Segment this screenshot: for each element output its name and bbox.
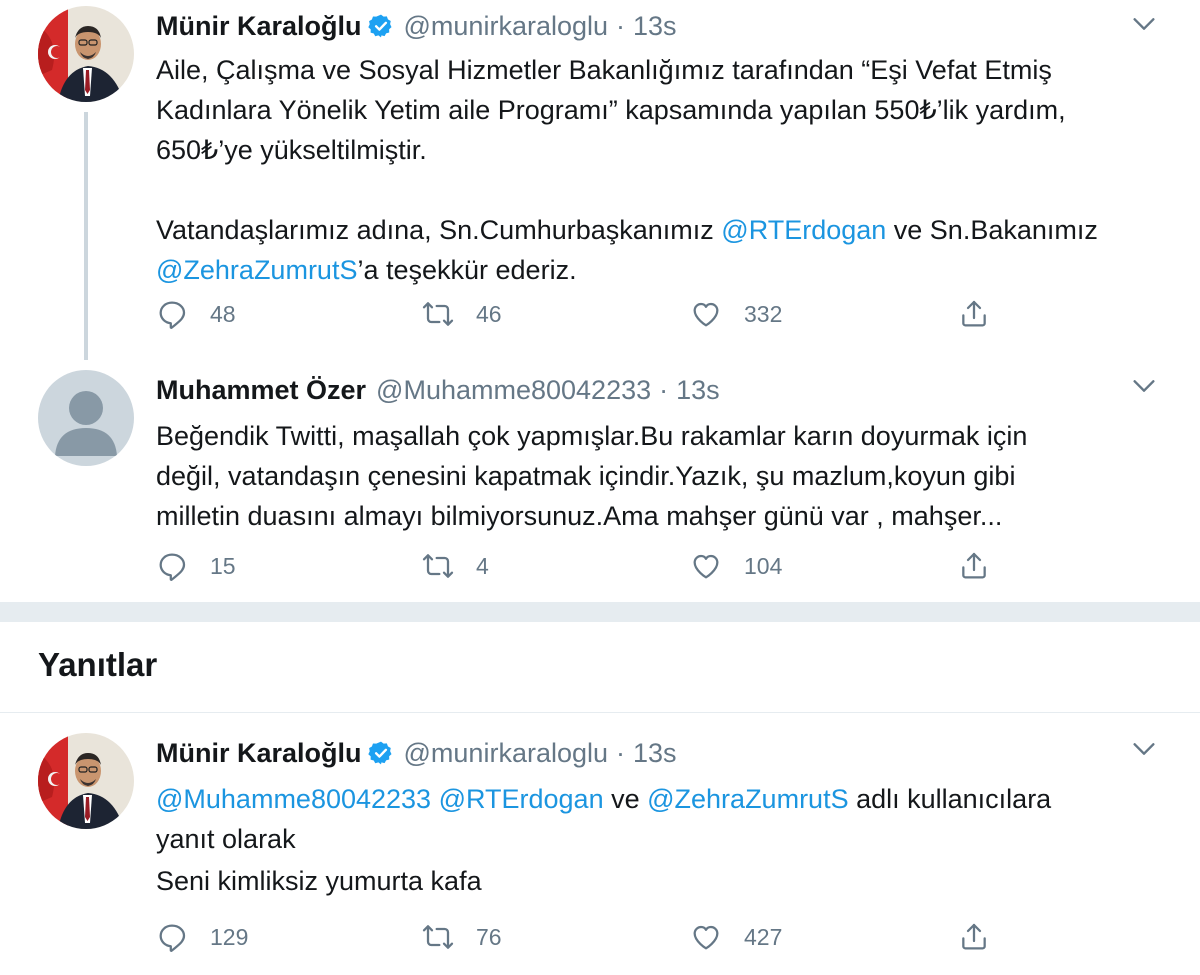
like-count: 332 <box>744 300 783 327</box>
replies-section-title: Yanıtlar <box>38 646 158 683</box>
reply-icon <box>156 921 188 953</box>
heart-icon <box>690 921 722 953</box>
section-separator <box>0 602 1200 622</box>
avatar[interactable] <box>38 733 134 829</box>
thread-connector-line <box>84 112 88 360</box>
reply-button[interactable]: 129 <box>156 917 248 957</box>
replying-to-text: @Muhamme80042233 @RTErdogan ve @ZehraZum… <box>156 784 1052 854</box>
heart-icon <box>690 550 722 582</box>
like-button[interactable]: 427 <box>690 917 782 957</box>
verified-badge-icon <box>368 13 394 39</box>
tweet-actions: 15 4 104 <box>156 546 1196 586</box>
reply-icon <box>156 550 188 582</box>
avatar[interactable] <box>38 370 134 466</box>
display-name[interactable]: Münir Karaloğlu <box>156 11 362 42</box>
reply-icon <box>156 298 188 330</box>
reply-count: 15 <box>210 552 236 579</box>
retweet-icon <box>422 550 454 582</box>
timestamp[interactable]: 13s <box>633 11 677 42</box>
retweet-count: 46 <box>476 300 502 327</box>
user-handle[interactable]: @Muhamme80042233 <box>376 375 651 406</box>
tweet-text: Aile, Çalışma ve Sosyal Hizmetler Bakanl… <box>156 55 1098 285</box>
avatar[interactable] <box>38 6 134 102</box>
retweet-icon <box>422 298 454 330</box>
share-icon <box>958 921 990 953</box>
like-button[interactable]: 104 <box>690 546 782 586</box>
mention-link[interactable]: @RTErdogan <box>721 215 886 245</box>
display-name[interactable]: Münir Karaloğlu <box>156 738 362 769</box>
tweet-header: Münir Karaloğlu @munirkaraloglu · 13s <box>156 8 677 44</box>
reply-button[interactable]: 48 <box>156 294 236 334</box>
reply-count: 129 <box>210 923 249 950</box>
user-handle[interactable]: @munirkaraloglu <box>404 738 609 769</box>
separator-dot: · <box>616 737 626 768</box>
tweet-actions: 48 46 332 <box>156 294 1196 334</box>
timestamp[interactable]: 13s <box>676 375 720 406</box>
separator-dot: · <box>659 374 669 405</box>
heart-icon <box>690 298 722 330</box>
retweet-count: 76 <box>476 923 502 950</box>
share-icon <box>958 298 990 330</box>
tweet-header: Muhammet Özer @Muhamme80042233 · 13s <box>156 372 720 408</box>
user-handle[interactable]: @munirkaraloglu <box>404 11 609 42</box>
chevron-down-icon[interactable] <box>1128 8 1160 40</box>
profile-photo-icon <box>38 733 134 829</box>
retweet-button[interactable]: 4 <box>422 546 489 586</box>
reply-count: 48 <box>210 300 236 327</box>
share-icon <box>958 550 990 582</box>
tweet-text: Beğendik Twitti, maşallah çok yapmışlar.… <box>156 421 1028 531</box>
reply-button[interactable]: 15 <box>156 546 236 586</box>
retweet-button[interactable]: 76 <box>422 917 502 957</box>
mention-link[interactable]: @RTErdogan <box>439 784 604 814</box>
like-count: 427 <box>744 923 783 950</box>
chevron-down-icon[interactable] <box>1128 370 1160 402</box>
share-button[interactable] <box>958 917 990 957</box>
timestamp[interactable]: 13s <box>633 738 677 769</box>
tweet-actions: 129 76 427 <box>156 917 1196 957</box>
share-button[interactable] <box>958 546 990 586</box>
tweet-header: Münir Karaloğlu @munirkaraloglu · 13s <box>156 735 677 771</box>
profile-photo-icon <box>38 6 134 102</box>
default-profile-icon <box>38 370 134 466</box>
mention-link[interactable]: @ZehraZumrutS <box>647 784 848 814</box>
like-button[interactable]: 332 <box>690 294 782 334</box>
retweet-icon <box>422 921 454 953</box>
tweet-munir-response[interactable]: Münir Karaloğlu @munirkaraloglu · 13s @M… <box>0 713 1200 975</box>
tweet-munir-main[interactable]: Münir Karaloğlu @munirkaraloglu · 13s Ai… <box>0 0 1200 360</box>
like-count: 104 <box>744 552 783 579</box>
separator-dot: · <box>616 10 626 41</box>
display-name[interactable]: Muhammet Özer <box>156 375 366 406</box>
share-button[interactable] <box>958 294 990 334</box>
verified-badge-icon <box>368 740 394 766</box>
mention-link[interactable]: @ZehraZumrutS <box>156 255 357 285</box>
tweet-text: Seni kimliksiz yumurta kafa <box>156 866 482 896</box>
tweet-muhammet-reply[interactable]: Muhammet Özer @Muhamme80042233 · 13s Beğ… <box>0 360 1200 602</box>
mention-link[interactable]: @Muhamme80042233 <box>156 784 431 814</box>
chevron-down-icon[interactable] <box>1128 733 1160 765</box>
retweet-button[interactable]: 46 <box>422 294 502 334</box>
retweet-count: 4 <box>476 552 489 579</box>
